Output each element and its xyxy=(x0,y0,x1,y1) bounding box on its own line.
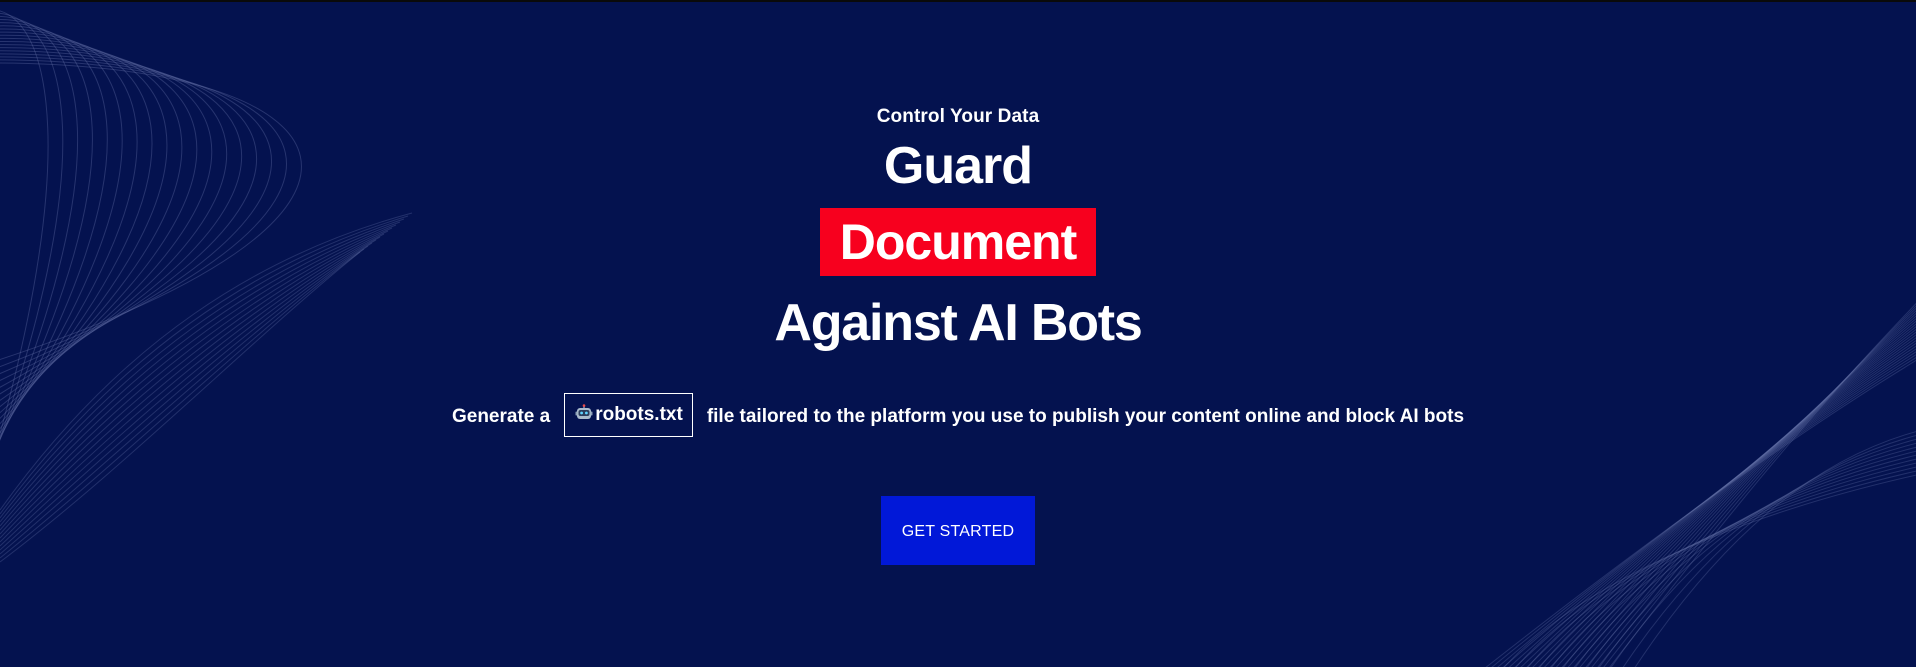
hero-content: Control Your Data Guard Document Against… xyxy=(0,2,1916,667)
hero-description: Generate a robots.txt file tailored to th… xyxy=(0,393,1916,439)
robots-txt-chip: robots.txt xyxy=(564,393,693,437)
hero-highlight-row: Document xyxy=(0,208,1916,276)
cta-row: GET STARTED xyxy=(0,496,1916,565)
robot-icon xyxy=(575,404,593,419)
hero-title-line-1: Guard xyxy=(883,137,1033,195)
hero-section: Control Your Data Guard Document Against… xyxy=(0,2,1916,667)
description-prefix: Generate a xyxy=(451,406,551,428)
get-started-button[interactable]: GET STARTED xyxy=(881,496,1035,565)
hero-rotating-word: Document xyxy=(819,208,1097,276)
hero-title-line-3: Against AI Bots xyxy=(774,294,1142,352)
hero-eyebrow: Control Your Data xyxy=(876,106,1040,127)
robots-txt-label: robots.txt xyxy=(595,404,683,425)
description-suffix: file tailored to the platform you use to… xyxy=(706,406,1465,428)
